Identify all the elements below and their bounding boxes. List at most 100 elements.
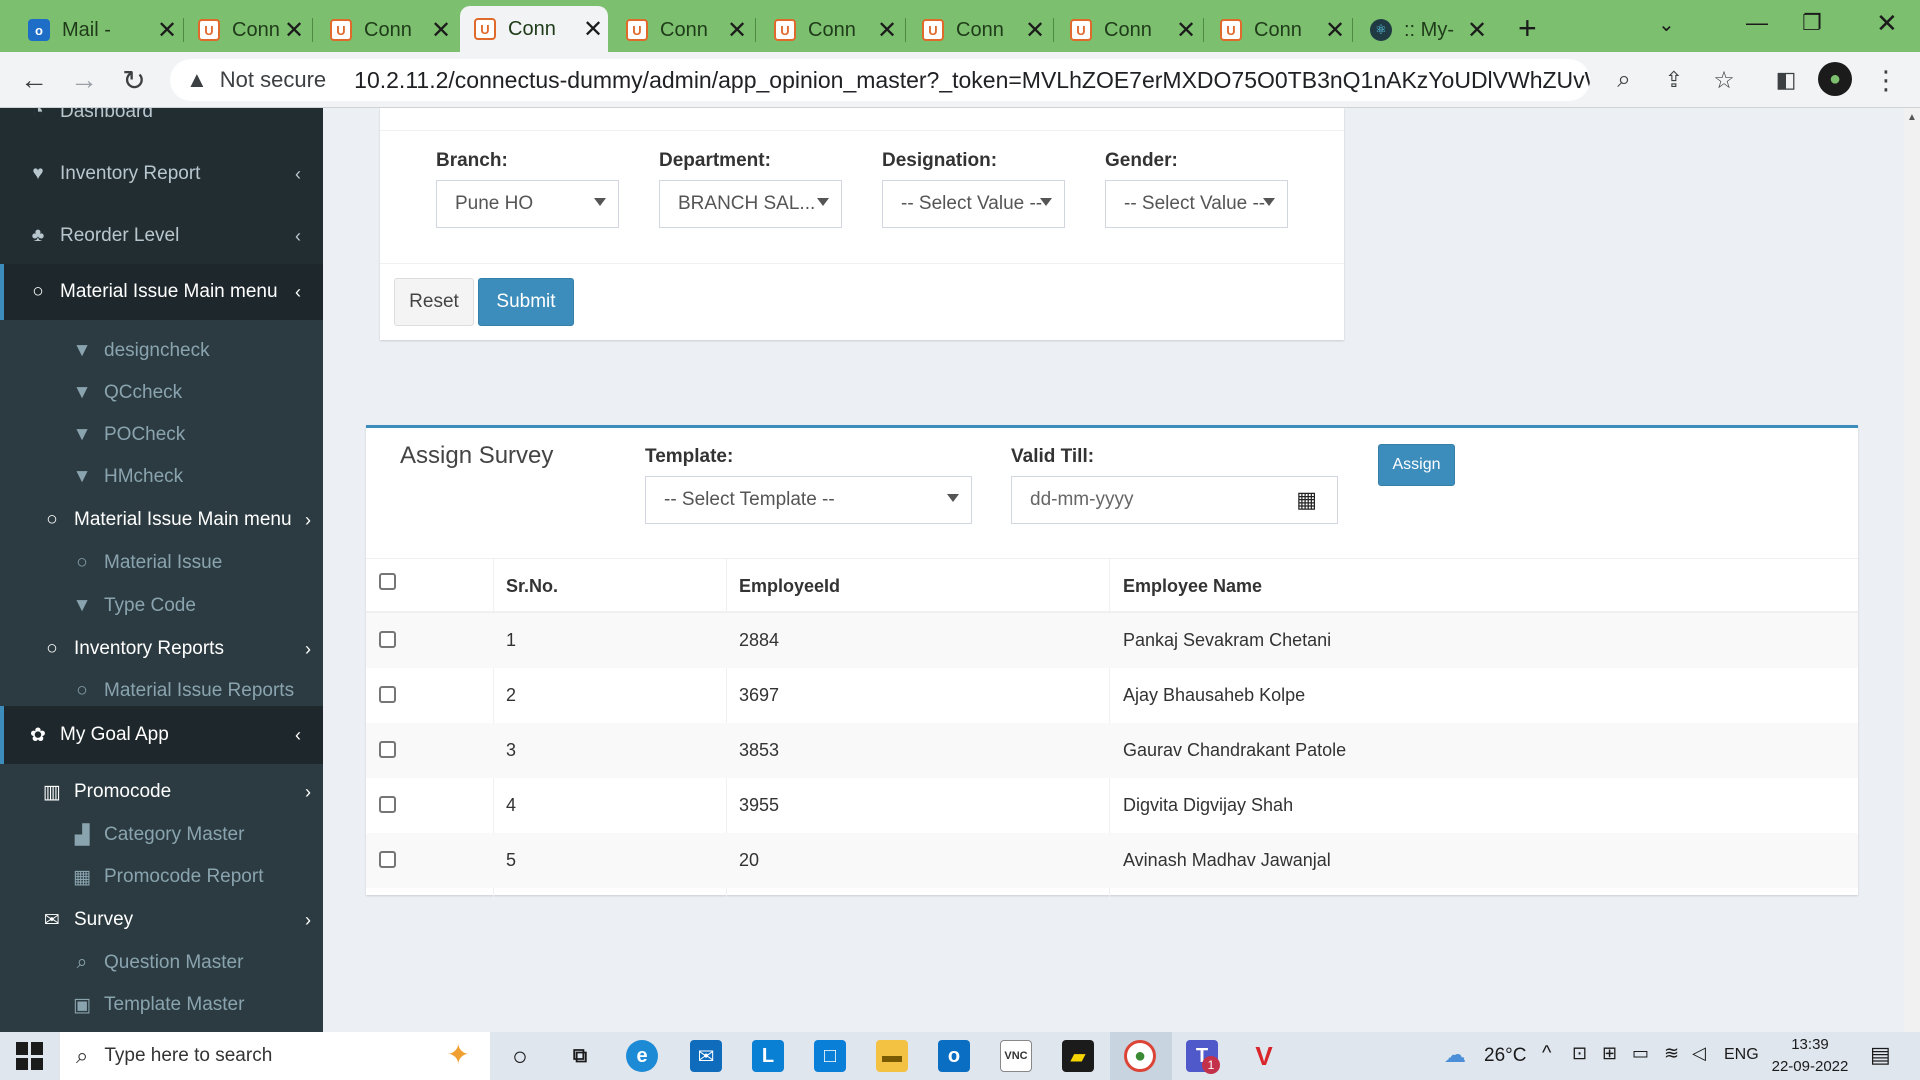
browser-tab[interactable]: U Conn ✕	[184, 8, 309, 52]
template-label: Template:	[645, 446, 734, 467]
close-icon[interactable]: ✕	[1171, 16, 1201, 45]
browser-tab[interactable]: U Conn ✕	[760, 8, 902, 52]
taskbar-search-box[interactable]: ⌕ Type here to search ✦	[60, 1032, 490, 1080]
sidebar-item-material-issue[interactable]: ○ Material Issue	[0, 542, 323, 584]
row-checkbox[interactable]	[379, 741, 396, 758]
sidebar-item-dashboard[interactable]: ◔ Dashboard	[0, 108, 323, 130]
cortana-icon[interactable]: ○	[504, 1040, 536, 1072]
sidebar-item-my-goal-app[interactable]: ✿ My Goal App ‹	[0, 706, 323, 764]
tab-search-chevron-icon[interactable]: ⌄	[1658, 12, 1675, 37]
reload-icon[interactable]: ↻	[116, 62, 152, 98]
browser-tab-active[interactable]: U Conn ✕	[460, 6, 608, 52]
forward-icon[interactable]: →	[66, 62, 102, 98]
language-indicator[interactable]: ENG	[1724, 1046, 1759, 1064]
row-checkbox[interactable]	[379, 851, 396, 868]
profile-avatar[interactable]: ●	[1818, 62, 1852, 96]
vnc-icon[interactable]: VNC	[1000, 1040, 1032, 1072]
back-icon[interactable]: ←	[16, 62, 52, 98]
side-panel-icon[interactable]: ◧	[1768, 62, 1804, 98]
row-checkbox[interactable]	[379, 686, 396, 703]
designation-select[interactable]: -- Select Value --	[882, 180, 1065, 228]
sidebar-item-type-code[interactable]: ▼ Type Code	[0, 584, 323, 628]
close-icon[interactable]: ✕	[1320, 16, 1350, 45]
browser-tab[interactable]: U Conn ✕	[316, 8, 456, 52]
sidebar-item-survey[interactable]: ✉ Survey ›	[0, 898, 323, 942]
browser-tab[interactable]: U Conn ✕	[612, 8, 752, 52]
dropdown-caret-icon	[947, 494, 959, 502]
l-app-icon[interactable]: L	[752, 1040, 784, 1072]
battery-icon[interactable]: ▭	[1632, 1043, 1649, 1064]
select-all-checkbox[interactable]	[379, 573, 396, 590]
sidebar-item-hmcheck[interactable]: ▼ HMcheck	[0, 456, 323, 498]
chevron-up-icon[interactable]: ^	[1542, 1042, 1551, 1065]
row-checkbox[interactable]	[379, 631, 396, 648]
url-field[interactable]: ▲ Not secure 10.2.11.2/connectus-dummy/a…	[170, 59, 1590, 101]
close-icon[interactable]: ✕	[426, 16, 456, 45]
clock-date[interactable]: 22-09-2022	[1762, 1058, 1858, 1075]
browser-tab[interactable]: U Conn ✕	[908, 8, 1050, 52]
row-checkbox[interactable]	[379, 796, 396, 813]
browser-tab[interactable]: o Mail - ✕	[14, 8, 182, 52]
task-view-icon[interactable]: ⧉	[564, 1040, 596, 1072]
restore-icon[interactable]: ❐	[1802, 10, 1822, 36]
sidebar-item-inventory-report[interactable]: ♥ Inventory Report ‹	[0, 148, 323, 200]
page-scrollbar[interactable]: ▲	[1904, 108, 1920, 1032]
browser-tab[interactable]: U Conn ✕	[1056, 8, 1201, 52]
chrome-icon[interactable]: ●	[1124, 1040, 1156, 1072]
file-explorer-icon[interactable]: ▬	[876, 1040, 908, 1072]
new-tab-icon[interactable]: +	[1518, 10, 1537, 47]
close-icon[interactable]: ✕	[152, 16, 182, 45]
calendar-icon[interactable]: ▦	[1296, 487, 1317, 513]
speaker-icon[interactable]: ◁	[1692, 1043, 1706, 1064]
close-icon[interactable]: ✕	[872, 16, 902, 45]
department-label: Department:	[659, 150, 771, 171]
template-select[interactable]: -- Select Template --	[645, 476, 972, 524]
v-app-icon[interactable]: V	[1248, 1040, 1280, 1072]
sidebar-item-template-master[interactable]: ▣ Template Master	[0, 984, 323, 1026]
share-icon[interactable]: ⇪	[1656, 62, 1692, 98]
valid-till-date-input[interactable]: dd-mm-yyyy ▦	[1011, 476, 1338, 524]
sidebar-item-promocode[interactable]: ▥ Promocode ›	[0, 770, 323, 814]
branch-select[interactable]: Pune HO	[436, 180, 619, 228]
employee-table: Sr.No. EmployeeId Employee Name 1 2884 P…	[366, 558, 1858, 898]
sidebar-item-material-issue-main-menu-sub[interactable]: ○ Material Issue Main menu ›	[0, 498, 323, 542]
sidebar-item-inventory-reports[interactable]: ○ Inventory Reports ›	[0, 628, 323, 670]
sidebar-item-promocode-report[interactable]: ▦ Promocode Report	[0, 856, 323, 898]
browser-tab[interactable]: ⚛ :: My- ✕	[1356, 8, 1492, 52]
sidebar-item-qccheck[interactable]: ▼ QCcheck	[0, 372, 323, 414]
tray-app-icon[interactable]: ⊡	[1572, 1043, 1587, 1064]
close-icon[interactable]: ✕	[1462, 16, 1492, 45]
sticky-notes-icon[interactable]: ▰	[1062, 1040, 1094, 1072]
outlook-icon[interactable]: o	[938, 1040, 970, 1072]
tray-app-icon[interactable]: ⊞	[1602, 1043, 1617, 1064]
sidebar-item-category-master[interactable]: ▟ Category Master	[0, 814, 323, 856]
sidebar-item-question-master[interactable]: ⌕ Question Master	[0, 942, 323, 984]
reset-button[interactable]: Reset	[394, 278, 474, 326]
mail-app-icon[interactable]: ✉	[690, 1040, 722, 1072]
blue-app-icon[interactable]: □	[814, 1040, 846, 1072]
department-select[interactable]: BRANCH SAL...	[659, 180, 842, 228]
zoom-icon[interactable]: ⌕	[1606, 62, 1642, 98]
edge-icon[interactable]: e	[626, 1040, 658, 1072]
sidebar-item-reorder-level[interactable]: ♣ Reorder Level ‹	[0, 210, 323, 262]
gender-select[interactable]: -- Select Value --	[1105, 180, 1288, 228]
close-icon[interactable]: ✕	[722, 16, 752, 45]
windows-start-icon[interactable]	[16, 1042, 44, 1070]
window-close-icon[interactable]: ✕	[1876, 8, 1898, 39]
minimize-icon[interactable]: —	[1746, 10, 1768, 36]
filter-panel: Branch: Pune HO Department: BRANCH SAL..…	[380, 108, 1344, 340]
close-icon[interactable]: ✕	[1020, 16, 1050, 45]
close-icon[interactable]: ✕	[578, 15, 608, 44]
wifi-icon[interactable]: ≋	[1664, 1043, 1679, 1064]
close-icon[interactable]: ✕	[279, 16, 309, 45]
submit-button[interactable]: Submit	[478, 278, 574, 326]
notification-center-icon[interactable]: ▤	[1870, 1042, 1891, 1068]
bookmark-star-icon[interactable]: ☆	[1706, 62, 1742, 98]
assign-button[interactable]: Assign	[1378, 444, 1455, 486]
sidebar-item-designcheck[interactable]: ▼ designcheck	[0, 330, 323, 372]
sidebar-item-pocheck[interactable]: ▼ POCheck	[0, 414, 323, 456]
menu-kebab-icon[interactable]: ⋮	[1868, 62, 1904, 98]
sidebar-item-material-issue-main-menu[interactable]: ○ Material Issue Main menu ‹	[0, 264, 323, 320]
clock-time[interactable]: 13:39	[1770, 1036, 1850, 1053]
browser-tab[interactable]: U Conn ✕	[1206, 8, 1350, 52]
